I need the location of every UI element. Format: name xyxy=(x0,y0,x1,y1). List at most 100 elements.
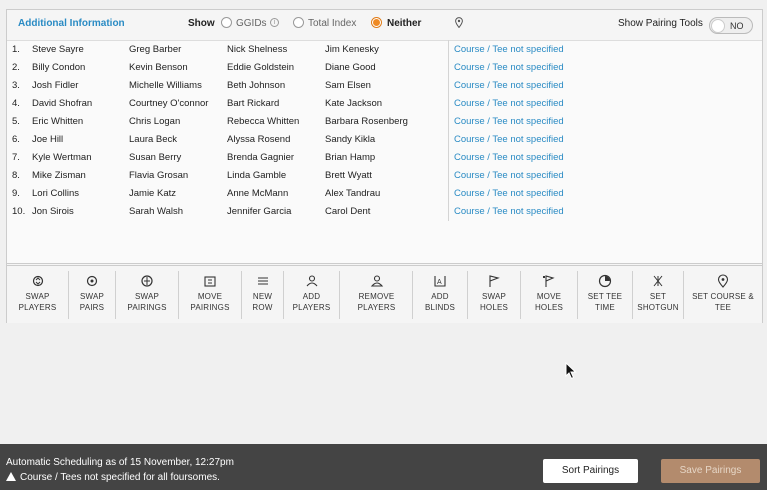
player-name[interactable]: Rebecca Whitten xyxy=(227,116,299,127)
player-name[interactable]: Flavia Grosan xyxy=(129,170,188,181)
pairing-tools-toggle[interactable]: NO xyxy=(709,17,753,34)
radio-neither-label[interactable]: Neither xyxy=(387,18,421,29)
footer-bar: Automatic Scheduling as of 15 November, … xyxy=(0,444,767,490)
radio-neither[interactable] xyxy=(371,17,382,28)
tool-swapholes-button[interactable]: SWAP HOLES xyxy=(468,271,521,319)
player-name[interactable]: Bart Rickard xyxy=(227,98,279,109)
player-name[interactable]: Sandy Kikla xyxy=(325,134,375,145)
player-name[interactable]: Beth Johnson xyxy=(227,80,285,91)
player-name[interactable]: Sarah Walsh xyxy=(129,206,183,217)
tool-label-line1: SET TEE xyxy=(587,292,623,301)
tool-addblinds-button[interactable]: A ADD BLINDS xyxy=(413,271,468,319)
table-row[interactable]: 6. Joe Hill Laura Beck Alyssa Rosend Sandy K… xyxy=(7,131,762,149)
player-name[interactable]: Jennifer Garcia xyxy=(227,206,291,217)
player-name[interactable]: Kevin Benson xyxy=(129,62,188,73)
radio-total-index-label[interactable]: Total Index xyxy=(308,18,356,29)
tool-swapplayers-button[interactable]: SWAP PLAYERS xyxy=(7,271,69,319)
row-number: 5. xyxy=(12,116,20,127)
new-row-icon xyxy=(257,277,268,285)
pairings-panel: Additional Information Show GGIDs i Tota… xyxy=(6,9,763,323)
player-name[interactable]: Jon Sirois xyxy=(32,206,74,217)
course-tee-link[interactable]: Course / Tee not specified xyxy=(454,152,564,163)
course-tee-link[interactable]: Course / Tee not specified xyxy=(454,188,564,199)
info-icon[interactable]: i xyxy=(270,18,279,27)
tool-swappairings-button[interactable]: SWAP PAIRINGS xyxy=(116,271,179,319)
player-name[interactable]: Kyle Wertman xyxy=(32,152,91,163)
player-name[interactable]: Susan Berry xyxy=(129,152,181,163)
row-number: 4. xyxy=(12,98,20,109)
player-name[interactable]: Eddie Goldstein xyxy=(227,62,294,73)
swap-pairs-icon xyxy=(86,275,98,287)
tool-removeplayers-button[interactable]: REMOVE PLAYERS xyxy=(341,271,413,319)
radio-ggids-label[interactable]: GGIDs xyxy=(236,18,267,29)
player-name[interactable]: Jim Kenesky xyxy=(325,44,379,55)
player-name[interactable]: Mike Zisman xyxy=(32,170,86,181)
table-row[interactable]: 2. Billy Condon Kevin Benson Eddie Goldstei… xyxy=(7,59,762,77)
tool-label-line2: PAIRINGS xyxy=(190,303,230,312)
player-name[interactable]: Nick Shelness xyxy=(227,44,287,55)
course-tee-link[interactable]: Course / Tee not specified xyxy=(454,206,564,217)
sort-pairings-button[interactable]: Sort Pairings xyxy=(543,459,638,483)
save-pairings-button[interactable]: Save Pairings xyxy=(661,459,760,483)
player-name[interactable]: Chris Logan xyxy=(129,116,180,127)
tool-setshotgun-button[interactable]: SET SHOTGUN xyxy=(633,271,684,319)
table-row[interactable]: 8. Mike Zisman Flavia Grosan Linda Gamble Br… xyxy=(7,167,762,185)
player-name[interactable]: Josh Fidler xyxy=(32,80,78,91)
player-name[interactable]: Alex Tandrau xyxy=(325,188,380,199)
player-name[interactable]: Alyssa Rosend xyxy=(227,134,290,145)
tool-label-line1: SWAP xyxy=(134,292,160,301)
course-tee-link[interactable]: Course / Tee not specified xyxy=(454,62,564,73)
toggle-knob xyxy=(711,19,725,33)
player-name[interactable]: Barbara Rosenberg xyxy=(325,116,408,127)
player-name[interactable]: Laura Beck xyxy=(129,134,177,145)
player-name[interactable]: Anne McMann xyxy=(227,188,288,199)
player-name[interactable]: Michelle Williams xyxy=(129,80,202,91)
toggle-state: NO xyxy=(730,21,744,31)
player-name[interactable]: Greg Barber xyxy=(129,44,181,55)
course-tee-link[interactable]: Course / Tee not specified xyxy=(454,170,564,181)
player-name[interactable]: Jamie Katz xyxy=(129,188,176,199)
course-tee-link[interactable]: Course / Tee not specified xyxy=(454,98,564,109)
player-name[interactable]: Sam Elsen xyxy=(325,80,371,91)
clock-icon xyxy=(598,274,612,288)
radio-ggids[interactable] xyxy=(221,17,232,28)
tool-label-line1: MOVE xyxy=(197,292,223,301)
tool-label-line1: SWAP xyxy=(79,292,105,301)
tool-set-teetime-button[interactable]: SET TEE TIME xyxy=(578,271,633,319)
table-row[interactable]: 4. David Shofran Courtney O'connor Bart Ric… xyxy=(7,95,762,113)
tool-label-line1: SET COURSE & xyxy=(692,292,754,301)
course-tee-link[interactable]: Course / Tee not specified xyxy=(454,44,564,55)
course-tee-link[interactable]: Course / Tee not specified xyxy=(454,134,564,145)
panel-header: Additional Information Show GGIDs i Tota… xyxy=(7,10,762,38)
player-name[interactable]: Courtney O'connor xyxy=(129,98,208,109)
tool-addplayers-button[interactable]: ADD PLAYERS xyxy=(284,271,340,319)
course-tee-link[interactable]: Course / Tee not specified xyxy=(454,116,564,127)
player-name[interactable]: Joe Hill xyxy=(32,134,63,145)
player-name[interactable]: Brett Wyatt xyxy=(325,170,372,181)
tool-set-course-tee-button[interactable]: SET COURSE & TEE xyxy=(684,271,762,319)
player-name[interactable]: Carol Dent xyxy=(325,206,370,217)
table-row[interactable]: 7. Kyle Wertman Susan Berry Brenda Gagnier B… xyxy=(7,149,762,167)
course-tee-link[interactable]: Course / Tee not specified xyxy=(454,80,564,91)
player-name[interactable]: Kate Jackson xyxy=(325,98,382,109)
table-row[interactable]: 1. Steve Sayre Greg Barber Nick Shelness Jim… xyxy=(7,41,762,59)
player-name[interactable]: Lori Collins xyxy=(32,188,79,199)
player-name[interactable]: Brenda Gagnier xyxy=(227,152,294,163)
player-name[interactable]: Linda Gamble xyxy=(227,170,286,181)
tool-label-line1: SWAP xyxy=(25,292,50,301)
player-name[interactable]: Eric Whitten xyxy=(32,116,83,127)
table-row[interactable]: 10. Jon Sirois Sarah Walsh Jennifer Garcia C… xyxy=(7,203,762,221)
player-name[interactable]: Brian Hamp xyxy=(325,152,375,163)
radio-total-index[interactable] xyxy=(293,17,304,28)
tool-moveholes-button[interactable]: MOVE HOLES xyxy=(521,271,578,319)
player-name[interactable]: Diane Good xyxy=(325,62,376,73)
player-name[interactable]: David Shofran xyxy=(32,98,92,109)
tool-swappairs-button[interactable]: SWAP PAIRS xyxy=(69,271,116,319)
tool-movepairings-button[interactable]: MOVE PAIRINGS xyxy=(179,271,242,319)
table-row[interactable]: 5. Eric Whitten Chris Logan Rebecca Whitten… xyxy=(7,113,762,131)
tool-newrow-button[interactable]: NEW ROW xyxy=(242,271,284,319)
table-row[interactable]: 9. Lori Collins Jamie Katz Anne McMann Alex … xyxy=(7,185,762,203)
player-name[interactable]: Steve Sayre xyxy=(32,44,84,55)
player-name[interactable]: Billy Condon xyxy=(32,62,85,73)
table-row[interactable]: 3. Josh Fidler Michelle Williams Beth Johns… xyxy=(7,77,762,95)
